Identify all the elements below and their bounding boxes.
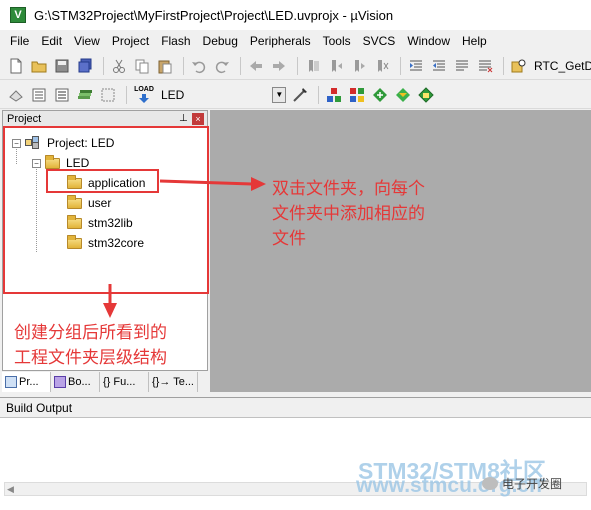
- redo-icon[interactable]: [212, 56, 232, 76]
- tab-templates[interactable]: {}→ Te...: [149, 371, 198, 392]
- toolbar-separator: [503, 56, 504, 75]
- toolbar-separator: [183, 56, 184, 75]
- tab-books[interactable]: Bo...: [51, 371, 100, 392]
- target-options-icon[interactable]: [290, 85, 310, 105]
- nav-back-icon[interactable]: [246, 56, 266, 76]
- wechat-badge-label: 电子开发圈: [502, 477, 563, 491]
- undo-icon[interactable]: [189, 56, 209, 76]
- target-label: LED: [161, 87, 185, 102]
- save-icon[interactable]: [52, 56, 72, 76]
- menu-peripherals[interactable]: Peripherals: [244, 34, 317, 48]
- project-panel-header: Project ⊥ ×: [3, 111, 207, 127]
- tab-label: {} Fu...: [103, 375, 136, 388]
- bookmark-clear-icon[interactable]: [372, 56, 392, 76]
- wechat-badge: 电子开发圈: [482, 475, 562, 492]
- menu-view[interactable]: View: [68, 34, 106, 48]
- bookmark-next-icon[interactable]: [349, 56, 369, 76]
- build-toolbar: LOAD LED ▼: [0, 81, 591, 109]
- nav-forward-icon[interactable]: [269, 56, 289, 76]
- menu-help[interactable]: Help: [456, 34, 493, 48]
- panel-annotation-line: 创建分组后所看到的: [14, 323, 167, 342]
- build-output-header: Build Output: [0, 398, 591, 418]
- build-output-title: Build Output: [6, 400, 73, 415]
- chevron-down-icon[interactable]: ▼: [272, 86, 287, 103]
- select-packs-icon[interactable]: [370, 85, 390, 105]
- close-icon[interactable]: ×: [192, 112, 204, 125]
- tab-label: Bo...: [68, 375, 91, 388]
- tab-label: {}→ Te...: [152, 375, 194, 388]
- download-label: LOAD: [134, 85, 154, 93]
- folder-annotation-line: 文件: [272, 229, 306, 248]
- comment-icon[interactable]: [452, 56, 472, 76]
- menu-project[interactable]: Project: [106, 34, 155, 48]
- uvision-logo-icon: V: [10, 7, 26, 23]
- tab-project[interactable]: Pr...: [2, 371, 51, 392]
- toolbar-separator: [103, 56, 104, 75]
- menu-svcs[interactable]: SVCS: [357, 34, 402, 48]
- bookmark-icon[interactable]: [303, 56, 323, 76]
- project-tab-icon: [5, 375, 17, 388]
- editor-area[interactable]: [210, 110, 591, 392]
- panel-tab-bar: Pr... Bo... {} Fu... {}→ Te...: [2, 370, 208, 392]
- toolbar-separator: [400, 56, 401, 75]
- panel-annotation-line: 工程文件夹层级结构: [14, 348, 167, 367]
- menu-bar: File Edit View Project Flash Debug Perip…: [0, 30, 591, 52]
- save-all-icon[interactable]: [75, 56, 95, 76]
- target-select[interactable]: ▼: [272, 86, 290, 104]
- panel-annotation: 创建分组后所看到的 工程文件夹层级结构: [14, 320, 204, 370]
- menu-edit[interactable]: Edit: [35, 34, 68, 48]
- application-highlight-box: [46, 169, 159, 193]
- pack-installer-icon[interactable]: [347, 85, 367, 105]
- toolbar-separator: [126, 85, 127, 104]
- unindent-icon[interactable]: [429, 56, 449, 76]
- pin-icon[interactable]: ⊥: [179, 113, 189, 124]
- build-icon[interactable]: [29, 85, 49, 105]
- menu-debug[interactable]: Debug: [197, 34, 244, 48]
- toolbar-separator: [297, 56, 298, 75]
- books-tab-icon: [54, 375, 66, 388]
- paste-icon[interactable]: [155, 56, 175, 76]
- open-folder-icon[interactable]: [29, 56, 49, 76]
- manage-components-icon[interactable]: [324, 85, 344, 105]
- download-icon[interactable]: LOAD: [132, 85, 156, 105]
- cut-icon[interactable]: [109, 56, 129, 76]
- tree-highlight-box: [3, 126, 209, 294]
- folder-annotation-line: 双击文件夹，向每个: [272, 179, 425, 198]
- rebuild-icon[interactable]: [52, 85, 72, 105]
- toolbar-separator: [318, 85, 320, 104]
- uncomment-icon[interactable]: [475, 56, 495, 76]
- tab-functions[interactable]: {} Fu...: [100, 371, 149, 392]
- menu-file[interactable]: File: [4, 34, 35, 48]
- scroll-left-icon[interactable]: ◀: [7, 484, 14, 495]
- new-file-icon[interactable]: [6, 56, 26, 76]
- menu-flash[interactable]: Flash: [155, 34, 196, 48]
- window-title: G:\STM32Project\MyFirstProject\Project\L…: [34, 7, 394, 23]
- function-search-text[interactable]: RTC_GetD: [534, 59, 591, 73]
- title-bar: V G:\STM32Project\MyFirstProject\Project…: [0, 0, 591, 30]
- folder-annotation: 双击文件夹，向每个 文件夹中添加相应的 文件: [272, 176, 472, 251]
- rte-diamond-icon[interactable]: [416, 85, 436, 105]
- menu-tools[interactable]: Tools: [317, 34, 357, 48]
- wechat-icon: [482, 477, 498, 490]
- project-panel-title: Project: [7, 112, 42, 125]
- menu-window[interactable]: Window: [401, 34, 456, 48]
- tab-label: Pr...: [19, 375, 39, 388]
- file-toolbar: RTC_GetD: [0, 52, 591, 80]
- toolbar-separator: [240, 56, 241, 75]
- copy-icon[interactable]: [132, 56, 152, 76]
- indent-icon[interactable]: [406, 56, 426, 76]
- translate-icon[interactable]: [6, 85, 26, 105]
- bookmark-prev-icon[interactable]: [326, 56, 346, 76]
- batch-build-icon[interactable]: [75, 85, 95, 105]
- manage-rte-icon[interactable]: [393, 85, 413, 105]
- find-in-files-icon[interactable]: [509, 56, 529, 76]
- folder-annotation-line: 文件夹中添加相应的: [272, 204, 425, 223]
- stop-build-icon[interactable]: [98, 85, 118, 105]
